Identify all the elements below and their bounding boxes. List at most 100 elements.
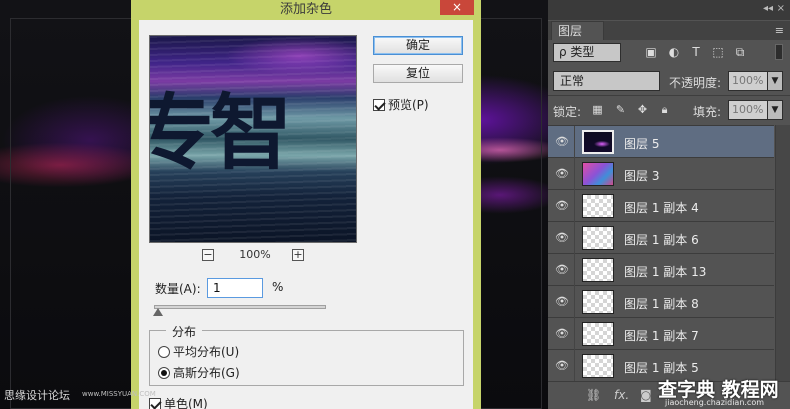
monochromatic-checkbox[interactable] [149,397,161,409]
lock-position-icon[interactable]: ✥ [636,103,649,116]
fill-field[interactable]: 100% [728,100,768,120]
panel-close-icon[interactable]: × [777,3,785,14]
fill-dropdown-icon[interactable]: ▼ [767,100,783,120]
filter-toggle[interactable] [775,44,783,60]
layer-name[interactable]: 图层 1 副本 7 [624,327,699,344]
layer-divider [574,318,575,350]
amount-input[interactable]: 1 [207,278,263,298]
panel-title-bar: ◂◂ × [548,0,790,20]
adjustment-filter-icon[interactable]: ◐ [667,45,681,59]
layer-row[interactable]: 👁︎ 图层 5 [548,126,774,158]
amount-unit: % [272,280,284,294]
opacity-label: 不透明度: [669,76,722,90]
layer-divider [574,222,575,254]
distribution-group: 分布 平均分布(U) 高斯分布(G) [149,323,464,386]
watermark-left-url: www.MISSYUAN.COM [82,390,156,398]
layer-name[interactable]: 图层 1 副本 6 [624,231,699,248]
layer-divider [574,126,575,158]
collapse-icon[interactable]: ◂◂ [763,3,773,14]
layer-name[interactable]: 图层 1 副本 5 [624,359,699,376]
preview-checkbox[interactable] [373,98,385,111]
reset-button[interactable]: 复位 [373,64,463,83]
layer-divider [574,254,575,286]
fx-icon[interactable]: fx. [614,388,629,402]
amount-slider[interactable] [153,305,326,316]
layers-panel: ◂◂ × 图层 ≡ ρ 类型 ▣ ◐ T ⬚ ⧉ 正常 不透明度: 100% ▼… [548,0,790,409]
filter-preview[interactable]: 专智 [149,35,357,243]
layer-thumbnail[interactable] [582,194,614,218]
fill-label: 填充: [693,105,722,119]
lock-all-icon[interactable]: 🔒︎ [658,103,671,116]
tab-layers[interactable]: 图层 [551,21,604,40]
monochromatic-label: 单色(M) [164,397,208,409]
layer-row[interactable]: 👁︎ 图层 1 副本 4 [548,190,774,222]
visibility-eye-icon[interactable]: 👁︎ [555,295,569,309]
blend-mode-select[interactable]: 正常 [553,71,660,91]
link-layers-icon[interactable]: ⛓︎ [586,388,601,402]
uniform-label: 平均分布(U) [173,345,240,359]
layer-divider [574,350,575,382]
opacity-field[interactable]: 100% [728,71,768,91]
distribution-legend: 分布 [166,323,203,340]
gaussian-radio-row[interactable]: 高斯分布(G) [158,364,240,381]
dialog-body: 专智 − 100% + 确定 复位 预览(P) 数量(A): 1 % 分布 平均… [139,20,473,409]
zoom-level: 100% [239,248,271,261]
layer-list: 👁︎ 图层 5 👁︎ 图层 3 👁︎ 图层 1 副本 4 👁︎ 图层 1 副本 6 👁︎ 图层 1… [548,125,774,382]
layer-name[interactable]: 图层 1 副本 13 [624,263,706,280]
visibility-eye-icon[interactable]: 👁︎ [555,167,569,181]
layer-thumbnail[interactable] [582,322,614,346]
layer-name[interactable]: 图层 5 [624,135,659,152]
layer-thumbnail[interactable] [582,130,614,154]
uniform-radio[interactable] [158,345,170,358]
type-filter-icon[interactable]: T [689,45,703,59]
preview-image-text: 专智 [150,86,292,181]
close-icon[interactable]: × [440,0,474,15]
layer-row[interactable]: 👁︎ 图层 3 [548,158,774,190]
layer-thumbnail[interactable] [582,162,614,186]
uniform-radio-row[interactable]: 平均分布(U) [158,343,239,360]
layer-row[interactable]: 👁︎ 图层 1 副本 7 [548,318,774,350]
visibility-eye-icon[interactable]: 👁︎ [555,359,569,373]
layer-row[interactable]: 👁︎ 图层 1 副本 6 [548,222,774,254]
layer-filter-select[interactable]: ρ 类型 [553,43,621,62]
layer-thumbnail[interactable] [582,226,614,250]
image-filter-icon[interactable]: ▣ [644,45,658,59]
photoshop-workspace: 添加杂色 × 专智 − 100% + 确定 复位 预览(P) 数量(A): 1 … [0,0,790,409]
visibility-eye-icon[interactable]: 👁︎ [555,199,569,213]
visibility-eye-icon[interactable]: 👁︎ [555,231,569,245]
amount-label: 数量(A): [155,282,201,296]
zoom-in-button[interactable]: + [292,249,304,261]
monochromatic-checkbox-row[interactable]: 单色(M) [149,395,208,409]
layer-row[interactable]: 👁︎ 图层 1 副本 8 [548,286,774,318]
opacity-dropdown-icon[interactable]: ▼ [767,71,783,91]
layer-divider [574,286,575,318]
ok-button[interactable]: 确定 [373,36,463,55]
layer-thumbnail[interactable] [582,290,614,314]
panel-menu-icon[interactable]: ≡ [775,24,784,37]
lock-row: 锁定: ▦ ✎ ✥ 🔒︎ 填充: 100% ▼ [548,95,790,122]
layer-divider [574,158,575,190]
layer-list-scrollbar[interactable] [775,125,790,381]
lock-transparency-icon[interactable]: ▦ [591,103,604,116]
shape-filter-icon[interactable]: ⬚ [711,45,725,59]
zoom-out-button[interactable]: − [202,249,214,261]
visibility-eye-icon[interactable]: 👁︎ [555,263,569,277]
smart-object-filter-icon[interactable]: ⧉ [733,45,747,59]
visibility-eye-icon[interactable]: 👁︎ [555,135,569,149]
layer-name[interactable]: 图层 1 副本 4 [624,199,699,216]
layer-thumbnail[interactable] [582,258,614,282]
preview-checkbox-row[interactable]: 预览(P) [373,96,429,113]
lock-pixels-icon[interactable]: ✎ [614,103,627,116]
lock-label: 锁定: [553,105,582,119]
dialog-title: 添加杂色 [279,2,332,17]
add-mask-icon[interactable]: ◙ [640,388,652,402]
watermark-right-url: jiaocheng.chazidian.com [665,398,765,407]
layer-name[interactable]: 图层 1 副本 8 [624,295,699,312]
layer-name[interactable]: 图层 3 [624,167,659,184]
gaussian-radio[interactable] [158,366,170,379]
layer-divider [574,190,575,222]
layer-thumbnail[interactable] [582,354,614,378]
layer-row[interactable]: 👁︎ 图层 1 副本 13 [548,254,774,286]
slider-thumb-icon[interactable] [153,308,163,316]
visibility-eye-icon[interactable]: 👁︎ [555,327,569,341]
